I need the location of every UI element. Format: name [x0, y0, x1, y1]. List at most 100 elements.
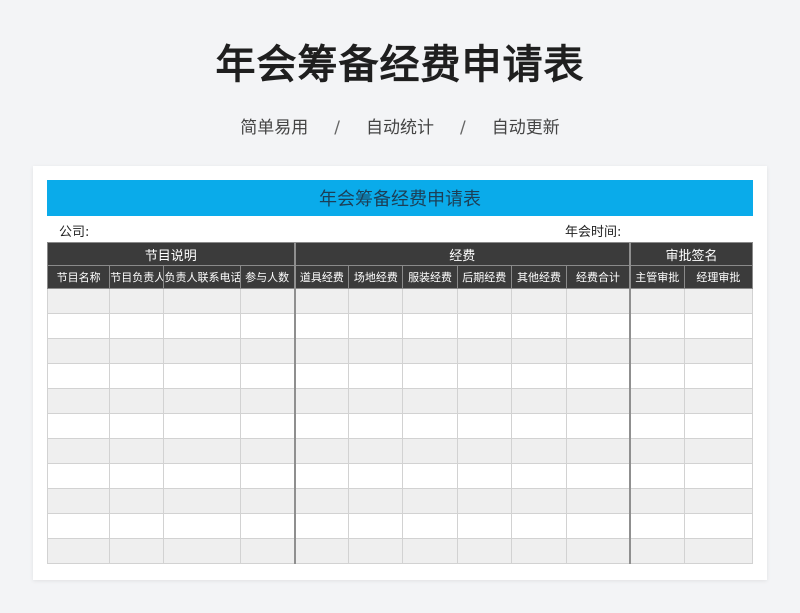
table-cell: [510, 313, 568, 339]
table-cell: [239, 513, 296, 539]
table-cell: [456, 538, 512, 564]
expense-table: 节目说明 经费 审批签名 节目名称 节目负责人 负责人联系电话 参与人数 道具经…: [46, 242, 754, 564]
table-cell: [293, 313, 350, 339]
table-cell: [566, 513, 631, 539]
table-cell: [239, 488, 296, 514]
table-cell: [109, 463, 165, 489]
table-cell: [163, 488, 241, 514]
table-row: [46, 313, 754, 339]
table-cell: [402, 488, 458, 514]
table-cell: [293, 438, 350, 464]
table-cell: [46, 288, 111, 314]
spreadsheet-preview: 年会筹备经费申请表 公司: 年会时间: 节目说明 经费 审批签名 节目名称 节目…: [33, 166, 767, 580]
col-lead-phone: 负责人联系电话: [163, 265, 241, 289]
table-cell: [239, 538, 296, 564]
table-cell: [456, 488, 512, 514]
table-cell: [628, 338, 685, 364]
col-props-cost: 道具经费: [293, 265, 350, 289]
table-cell: [456, 338, 512, 364]
table-cell: [293, 338, 350, 364]
table-cell: [293, 413, 350, 439]
table-cell: [348, 338, 404, 364]
table-cell: [293, 538, 350, 564]
table-cell: [348, 538, 404, 564]
table-cell: [683, 363, 754, 389]
table-cell: [46, 513, 111, 539]
table-cell: [628, 288, 685, 314]
table-cell: [293, 363, 350, 389]
table-cell: [566, 313, 631, 339]
table-cell: [683, 338, 754, 364]
table-cell: [566, 388, 631, 414]
table-cell: [628, 538, 685, 564]
col-manager-approval: 经理审批: [683, 265, 754, 289]
feature-auto-update: 自动更新: [491, 118, 560, 138]
separator: /: [334, 118, 340, 138]
table-cell: [163, 538, 241, 564]
feature-tagline: 简单易用 / 自动统计 / 自动更新: [0, 113, 800, 138]
table-cell: [402, 338, 458, 364]
table-cell: [456, 513, 512, 539]
table-row: [46, 463, 754, 489]
table-cell: [683, 313, 754, 339]
table-cell: [163, 388, 241, 414]
table-cell: [628, 388, 685, 414]
table-cell: [510, 538, 568, 564]
table-cell: [402, 288, 458, 314]
party-time-label: 年会时间:: [565, 225, 622, 240]
table-cell: [402, 388, 458, 414]
table-cell: [109, 388, 165, 414]
table-cell: [109, 488, 165, 514]
table-cell: [163, 513, 241, 539]
table-cell: [566, 538, 631, 564]
separator: /: [460, 118, 466, 138]
col-post-cost: 后期经费: [456, 265, 512, 289]
table-body: [46, 288, 754, 564]
group-approval: 审批签名: [628, 242, 753, 266]
table-row: [46, 388, 754, 414]
table-cell: [109, 338, 165, 364]
table-cell: [348, 388, 404, 414]
table-cell: [510, 513, 568, 539]
table-cell: [683, 463, 754, 489]
table-cell: [628, 313, 685, 339]
table-cell: [239, 288, 296, 314]
table-cell: [239, 313, 296, 339]
table-cell: [628, 513, 685, 539]
table-cell: [510, 438, 568, 464]
table-cell: [109, 288, 165, 314]
table-cell: [566, 288, 631, 314]
table-cell: [402, 438, 458, 464]
table-cell: [239, 413, 296, 439]
table-cell: [566, 363, 631, 389]
table-row: [46, 438, 754, 464]
group-expenses: 经费: [293, 242, 631, 266]
table-cell: [456, 463, 512, 489]
table-cell: [510, 288, 568, 314]
table-cell: [510, 413, 568, 439]
table-cell: [109, 313, 165, 339]
table-cell: [566, 413, 631, 439]
table-cell: [456, 438, 512, 464]
table-cell: [683, 538, 754, 564]
table-cell: [109, 363, 165, 389]
table-cell: [628, 488, 685, 514]
table-cell: [293, 463, 350, 489]
table-cell: [510, 363, 568, 389]
feature-easy-to-use: 简单易用: [240, 118, 309, 138]
table-cell: [46, 463, 111, 489]
table-cell: [402, 413, 458, 439]
table-cell: [456, 413, 512, 439]
table-cell: [683, 388, 754, 414]
table-cell: [109, 413, 165, 439]
table-cell: [348, 413, 404, 439]
table-row: [46, 538, 754, 564]
group-header-row: 节目说明 经费 审批签名: [46, 242, 753, 266]
table-cell: [510, 488, 568, 514]
col-program-name: 节目名称: [46, 265, 111, 289]
table-row: [46, 338, 754, 364]
table-cell: [348, 438, 404, 464]
group-program-info: 节目说明: [46, 242, 296, 266]
table-cell: [239, 438, 296, 464]
table-cell: [163, 463, 241, 489]
